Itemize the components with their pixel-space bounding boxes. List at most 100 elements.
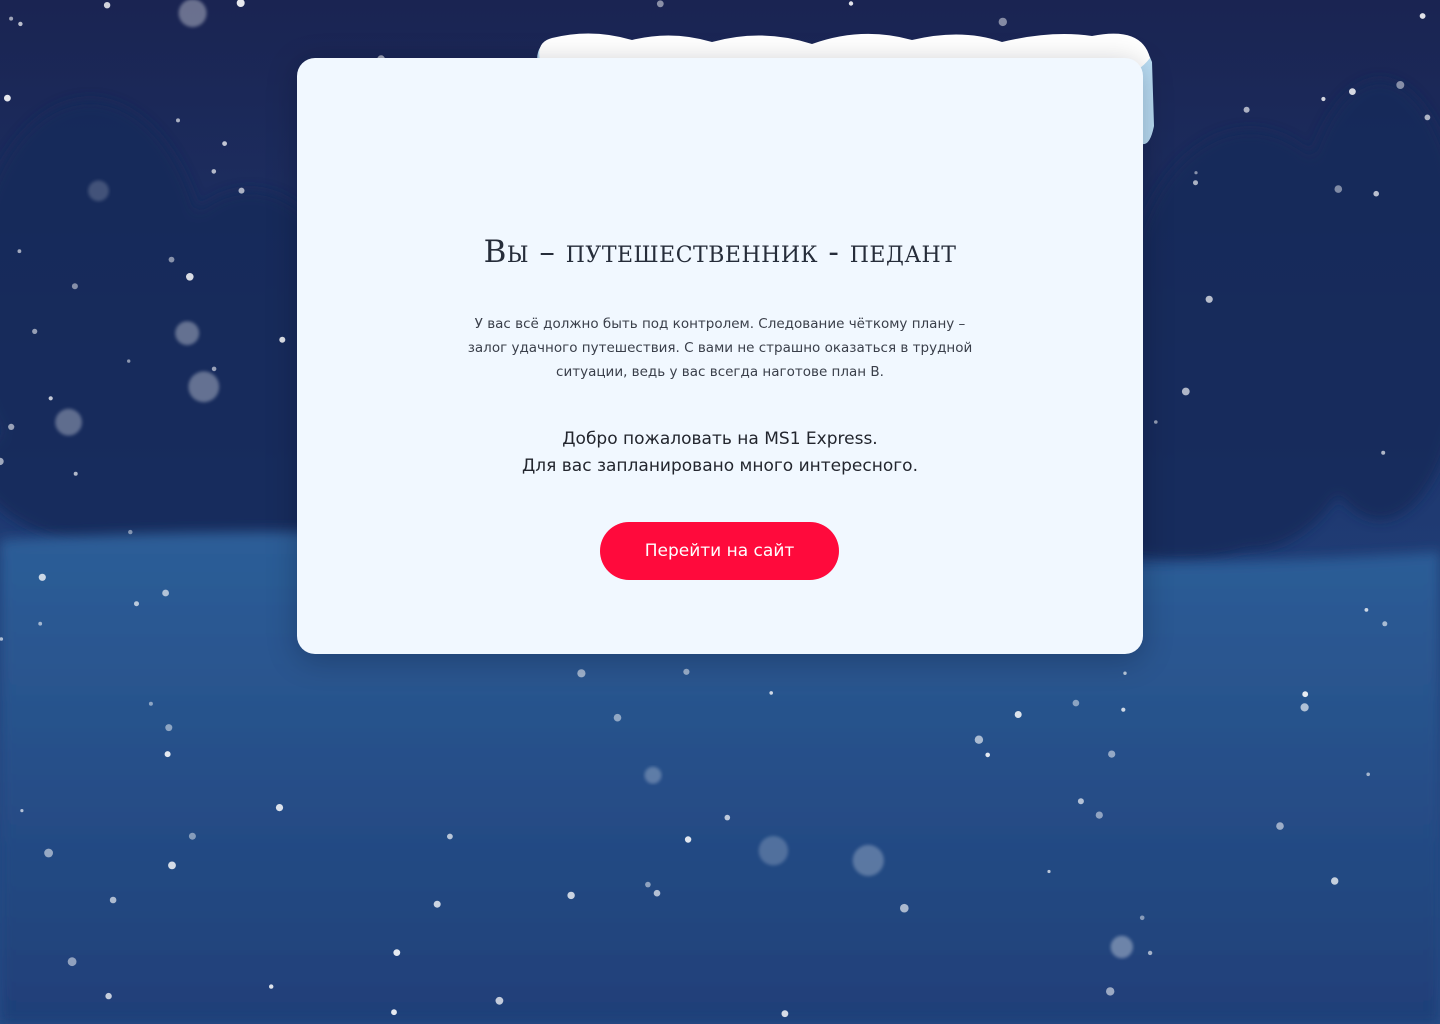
snowflake [73,471,78,476]
snowflake [653,889,661,897]
snowflake [127,359,131,363]
snowflake [71,283,78,290]
snowflake [447,833,453,840]
snowflake [1321,96,1326,102]
snowflake [1366,772,1370,777]
snowflake [1276,822,1284,830]
snowflake [165,724,173,732]
snowflake [211,169,217,174]
snowflake [175,321,200,346]
snowflake [567,891,575,900]
snowflake [178,0,207,28]
snowflake [1121,707,1126,712]
snowflake [176,118,180,123]
go-to-site-button[interactable]: Перейти на сайт [600,522,839,580]
snowflake [1364,608,1369,612]
snowflake [1334,185,1343,193]
snowflake [1047,869,1051,874]
snowflake [985,752,990,758]
snowflake [1154,420,1158,424]
snowflake [186,273,194,281]
snowflake [848,1,854,6]
snowflake [162,589,170,597]
snowflake [1302,691,1309,698]
snowflake [128,529,133,535]
snowflake [1382,621,1388,627]
snowflake [1123,671,1127,675]
snowflake [188,371,220,403]
snowflake [684,836,692,843]
snowflake [67,957,77,967]
snowflake [211,366,217,372]
snowflake [1014,711,1022,718]
snowflake [1396,81,1405,89]
snowflake [769,691,773,695]
snowflake [222,141,228,147]
snowflake [8,423,15,430]
snowflake [18,21,23,27]
snowflake [683,668,690,675]
snowflake [495,996,504,1005]
snowflake [17,249,22,254]
snowflake [724,814,731,821]
snowflake [103,1,111,9]
snowflake [134,601,139,607]
snowflake [4,94,11,102]
welcome-line-1: Добро пожаловать на MS1 Express. [562,429,878,449]
snowflake [38,573,46,581]
snowflake [238,187,245,194]
snowflake [48,396,53,401]
welcome-line-2: Для вас запланировано много интересного. [522,456,918,476]
snowflake [9,16,14,21]
snowflake [279,336,286,343]
snowflake [1106,987,1115,996]
snowflake [433,900,441,908]
snowflake [188,832,196,840]
snowflake [168,861,176,870]
snowflake [1331,877,1339,885]
snowflake [1205,295,1213,303]
snowflake [38,621,43,626]
snowflake [1243,106,1250,113]
snowflake [105,992,112,1000]
snowflake [1300,703,1309,712]
snowflake [974,735,984,744]
snowflake [55,408,82,436]
snowflake [20,809,24,813]
snowflake [613,713,622,722]
snowflake [44,848,53,858]
snowflake [1147,950,1153,956]
snowflake [269,984,274,989]
snowflake [1373,190,1379,197]
snowflake [32,328,38,334]
snowflake [900,903,909,913]
snowflake [1194,171,1198,175]
snowflake [1349,88,1356,95]
welcome-message: Добро пожаловать на MS1 Express. Для вас… [420,426,1020,480]
snowflake [164,751,171,758]
snowflake [391,1009,397,1016]
result-description: У вас всё должно быть под контролем. Сле… [467,316,973,380]
snowflake [1077,798,1084,805]
snowflake [852,844,884,877]
snowflake [1181,387,1190,396]
snowflake [109,896,117,904]
snowflake [1110,935,1134,959]
snowflake [1419,13,1426,19]
snowflake [644,766,662,784]
snowflake [1193,180,1198,186]
snowflake [1381,450,1386,455]
snowflake [1072,699,1080,707]
snowflake [148,701,153,706]
snowflake [758,836,789,866]
result-title: Вы – путешественник - педант [483,234,957,270]
snowflake [275,804,284,812]
snowflake [393,949,401,956]
snowflake [1095,811,1103,819]
snowflake [781,1010,789,1018]
snowflake [656,0,664,8]
snowflake [88,180,109,202]
snowflake [1424,114,1431,121]
snowflake [577,669,586,678]
snowflake [168,256,175,263]
